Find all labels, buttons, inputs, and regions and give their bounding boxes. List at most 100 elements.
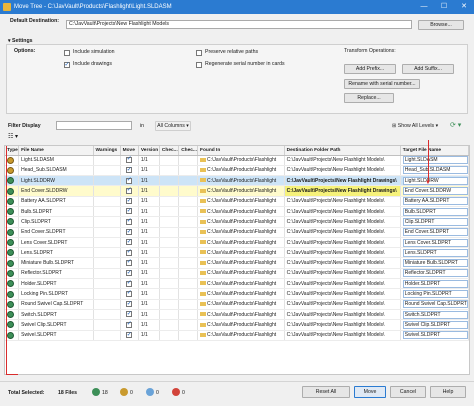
cancel-button[interactable]: Cancel (390, 386, 426, 398)
target-name-field[interactable]: Switch.SLDPRT (402, 310, 468, 319)
move-checkbox[interactable] (126, 155, 133, 163)
table-row[interactable]: Holder.SLDPRT 1/1 C:\JavVault\Products\Fla… (5, 278, 469, 290)
table-row[interactable]: Bulb.SLDPRT 1/1 C:\JavVault\Products\Flash… (5, 206, 469, 218)
filter-column-select[interactable]: All Columns ▾ (155, 121, 191, 131)
move-button[interactable]: Move (354, 386, 386, 398)
move-checkbox[interactable] (126, 279, 133, 287)
table-row[interactable]: Locking Pin.SLDPRT 1/1 C:\JavVault\Product… (5, 288, 469, 300)
target-name-cell[interactable]: Reflector.SLDPRT (400, 268, 469, 280)
default-destination-input[interactable]: C:\JavVault\Projects\New Flashlight Mode… (66, 20, 412, 29)
target-name-cell[interactable]: Locking Pin.SLDPRT (400, 288, 469, 300)
column-header-type[interactable]: Type (5, 146, 20, 156)
show-all-levels-dropdown[interactable]: ⊞ Show All Levels ▾ (392, 123, 438, 129)
target-name-field[interactable]: Holder.SLDPRT (402, 279, 468, 288)
target-name-field[interactable]: Lens.SLDPRT (402, 248, 468, 257)
move-checkbox[interactable] (126, 186, 133, 194)
destination-cell[interactable]: C:\JavVault\Projects\New Flashlight Mode… (284, 319, 401, 331)
table-row[interactable]: Swivel Clip.SLDPRT 1/1 C:\JavVault\Product… (5, 319, 469, 331)
destination-cell[interactable]: C:\JavVault\Projects\New Flashlight Mode… (284, 330, 401, 341)
target-name-cell[interactable]: Light.SLDDRW (400, 175, 469, 187)
destination-cell[interactable]: C:\JavVault\Projects\New Flashlight Mode… (284, 278, 401, 290)
move-checkbox[interactable] (126, 289, 133, 297)
target-name-field[interactable]: Bulb.SLDPRT (402, 207, 468, 216)
move-checkbox[interactable] (126, 228, 133, 236)
table-row[interactable]: Round Swivel Cap.SLDPRT 1/1 C:\JavVault\Pr… (5, 299, 469, 310)
target-name-field[interactable]: Clip.SLDPRT (402, 217, 468, 226)
column-header-checked-in[interactable]: Chec... (178, 146, 199, 156)
target-name-cell[interactable]: Lens Cover.SLDPRT (400, 237, 469, 249)
regenerate-serial-checkbox[interactable] (196, 62, 202, 68)
destination-cell[interactable]: C:\JavVault\Projects\New Flashlight Draw… (284, 185, 401, 197)
move-checkbox[interactable] (126, 207, 133, 215)
target-name-cell[interactable]: Miniature Bulb.SLDPRT (400, 257, 469, 269)
destination-cell[interactable]: C:\JavVault\Projects\New Flashlight Mode… (284, 196, 401, 207)
target-name-field[interactable]: Lens Cover.SLDPRT (402, 238, 468, 247)
target-name-cell[interactable]: Swivel.SLDPRT (400, 330, 469, 341)
destination-cell[interactable]: C:\JavVault\Projects\New Flashlight Mode… (284, 299, 401, 310)
destination-cell[interactable]: C:\JavVault\Projects\New Flashlight Mode… (284, 309, 401, 321)
move-checkbox[interactable] (126, 258, 133, 266)
move-checkbox[interactable] (126, 248, 133, 256)
preserve-relative-paths-checkbox[interactable] (196, 50, 202, 56)
help-button[interactable]: Help (430, 386, 466, 398)
target-name-cell[interactable]: Round Swivel Cap.SLDPRT (400, 299, 469, 310)
table-row[interactable]: Switch.SLDPRT 1/1 C:\JavVault\Products\Fla… (5, 309, 469, 321)
table-row[interactable]: Light.SLDDRW 1/1 C:\JavVault\Products\Flas… (5, 175, 469, 187)
target-name-cell[interactable]: Holder.SLDPRT (400, 278, 469, 290)
column-header-move[interactable]: Move (120, 146, 139, 156)
move-checkbox[interactable] (126, 331, 133, 339)
destination-cell[interactable]: C:\JavVault\Projects\New Flashlight Mode… (284, 155, 401, 166)
move-checkbox[interactable] (126, 176, 133, 184)
include-simulation-checkbox[interactable] (64, 50, 70, 56)
column-header-checked-out[interactable]: Chec... (159, 146, 180, 156)
target-name-cell[interactable]: Swivel Clip.SLDPRT (400, 319, 469, 331)
reset-all-button[interactable]: Reset All (302, 386, 350, 398)
target-name-cell[interactable]: Battery AA.SLDPRT (400, 196, 469, 207)
table-row[interactable]: End Cover.SLDPRT 1/1 C:\JavVault\Products\… (5, 227, 469, 238)
destination-cell[interactable]: C:\JavVault\Projects\New Flashlight Mode… (284, 227, 401, 238)
move-checkbox[interactable] (126, 310, 133, 318)
target-name-cell[interactable]: Lens.SLDPRT (400, 247, 469, 259)
table-row[interactable]: Reflector.SLDPRT 1/1 C:\JavVault\Products\… (5, 268, 469, 280)
add-prefix-button[interactable]: Add Prefix... (344, 64, 396, 74)
add-suffix-button[interactable]: Add Suffix... (402, 64, 454, 74)
column-header-target-name[interactable]: Target File Name (400, 146, 469, 156)
destination-cell[interactable]: C:\JavVault\Projects\New Flashlight Mode… (284, 257, 401, 269)
target-name-field[interactable]: End Cover.SLDDRW (402, 187, 468, 196)
destination-cell[interactable]: C:\JavVault\Projects\New Flashlight Draw… (284, 175, 401, 187)
filter-input[interactable] (56, 121, 132, 130)
move-checkbox[interactable] (126, 320, 133, 328)
table-row[interactable]: Head_Sub.SLDASM 1/1 C:\JavVault\Products\F… (5, 165, 469, 177)
target-name-cell[interactable]: Clip.SLDPRT (400, 216, 469, 228)
target-name-field[interactable]: End Cover.SLDPRT (402, 228, 468, 237)
target-name-field[interactable]: Locking Pin.SLDPRT (402, 290, 468, 298)
destination-cell[interactable]: C:\JavVault\Projects\New Flashlight Mode… (284, 206, 401, 218)
move-checkbox[interactable] (126, 238, 133, 246)
column-header-warnings[interactable]: Warnings (93, 146, 121, 156)
table-row[interactable]: Battery AA.SLDPRT 1/1 C:\JavVault\Products… (5, 196, 469, 207)
target-name-field[interactable]: Battery AA.SLDPRT (402, 197, 468, 206)
target-name-field[interactable]: Head_Sub.SLDASM (402, 166, 468, 175)
minimize-button[interactable]: — (414, 0, 434, 14)
table-row[interactable]: Miniature Bulb.SLDPRT 1/1 C:\JavVault\Prod… (5, 257, 469, 269)
target-name-cell[interactable]: End Cover.SLDPRT (400, 227, 469, 238)
table-row[interactable]: Clip.SLDPRT 1/1 C:\JavVault\Products\Flash… (5, 216, 469, 228)
target-name-field[interactable]: Reflector.SLDPRT (402, 269, 468, 278)
filter-options-icon[interactable]: ☷ ▾ (8, 133, 18, 140)
move-checkbox[interactable] (126, 166, 133, 174)
close-button[interactable]: ✕ (454, 0, 474, 14)
move-checkbox[interactable] (126, 300, 133, 308)
replace-button[interactable]: Replace... (344, 93, 394, 103)
target-name-cell[interactable]: End Cover.SLDDRW (400, 185, 469, 197)
column-header-file-name[interactable]: File Name (18, 146, 94, 156)
move-checkbox[interactable] (126, 269, 133, 277)
target-name-field[interactable]: Miniature Bulb.SLDPRT (402, 259, 468, 268)
destination-cell[interactable]: C:\JavVault\Projects\New Flashlight Mode… (284, 288, 401, 300)
table-row[interactable]: Lens.SLDPRT 1/1 C:\JavVault\Products\Flash… (5, 247, 469, 259)
destination-cell[interactable]: C:\JavVault\Projects\New Flashlight Mode… (284, 237, 401, 249)
target-name-field[interactable]: Round Swivel Cap.SLDPRT (402, 300, 468, 309)
target-name-cell[interactable]: Bulb.SLDPRT (400, 206, 469, 218)
table-row[interactable]: End Cover.SLDDRW 1/1 C:\JavVault\Products\… (5, 185, 469, 197)
destination-cell[interactable]: C:\JavVault\Projects\New Flashlight Mode… (284, 216, 401, 228)
target-name-field[interactable]: Swivel Clip.SLDPRT (402, 320, 468, 329)
